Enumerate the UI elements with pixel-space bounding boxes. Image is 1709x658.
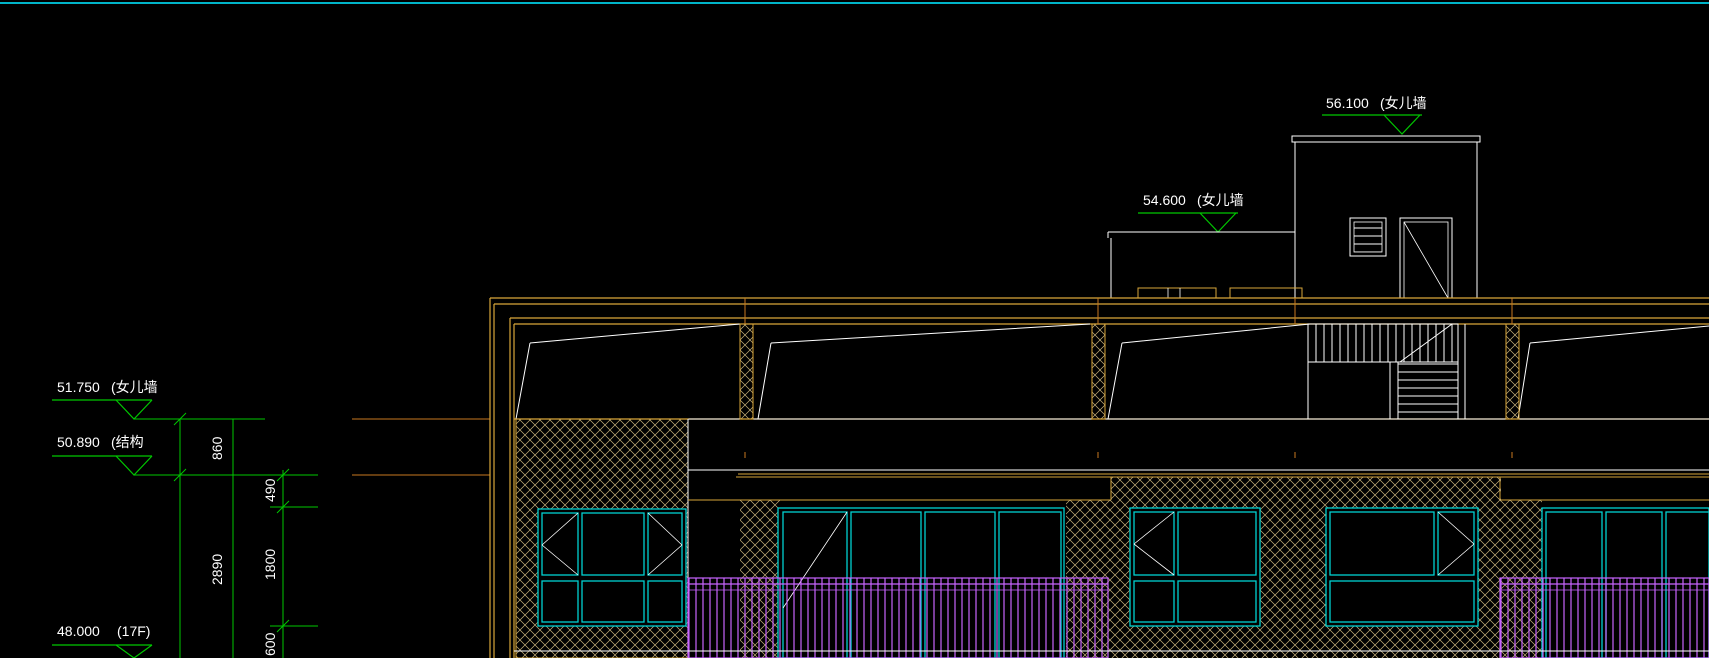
window-w4[interactable] [1325, 507, 1479, 627]
cad-viewport[interactable]: 56.100 (女儿墙 54.600 (女儿墙 51.750 (女儿墙 50.8… [0, 0, 1709, 658]
elevation-marker[interactable]: 51.750 (女儿墙 [52, 379, 265, 420]
dimension-text: 600 [262, 632, 278, 656]
parapet-slopes [515, 323, 1709, 420]
balcony-railing [1499, 577, 1709, 658]
elevation-marker[interactable]: 54.600 (女儿墙 [1138, 192, 1244, 233]
dimension-chain-inner [232, 419, 318, 658]
elevation-note: (女儿墙 [111, 379, 158, 395]
elevation-marker[interactable]: 48.000 (17F) [52, 623, 153, 658]
balcony-railing [687, 577, 1109, 658]
elevation-drawing[interactable]: 56.100 (女儿墙 54.600 (女儿墙 51.750 (女儿墙 50.8… [0, 0, 1709, 658]
elevation-value: 54.600 [1143, 192, 1186, 208]
roof-door [1399, 217, 1453, 299]
elevation-note: (女儿墙 [1197, 192, 1244, 208]
dimension-text: 2890 [209, 554, 225, 585]
dimension-text: 490 [262, 478, 278, 502]
dimension-text: 860 [209, 436, 225, 460]
roof-stair [1307, 323, 1466, 420]
elevation-note: (17F) [117, 623, 150, 639]
dimension-text: 1800 [262, 549, 278, 580]
elevation-value: 56.100 [1326, 95, 1369, 111]
elevation-note: (结构 [111, 434, 144, 450]
axis-ticks [744, 298, 1513, 458]
roof-stair-house[interactable] [1107, 135, 1481, 299]
elevation-marker[interactable]: 56.100 (女儿墙 [1322, 95, 1427, 135]
elevation-value: 48.000 [57, 623, 100, 639]
elevation-value: 51.750 [57, 379, 100, 395]
elevation-note: (女儿墙 [1380, 95, 1427, 111]
window-w1[interactable] [537, 508, 687, 627]
elevation-marker[interactable]: 50.890 (结构 [52, 434, 318, 476]
elevation-value: 50.890 [57, 434, 100, 450]
window-w3[interactable] [1129, 507, 1261, 627]
